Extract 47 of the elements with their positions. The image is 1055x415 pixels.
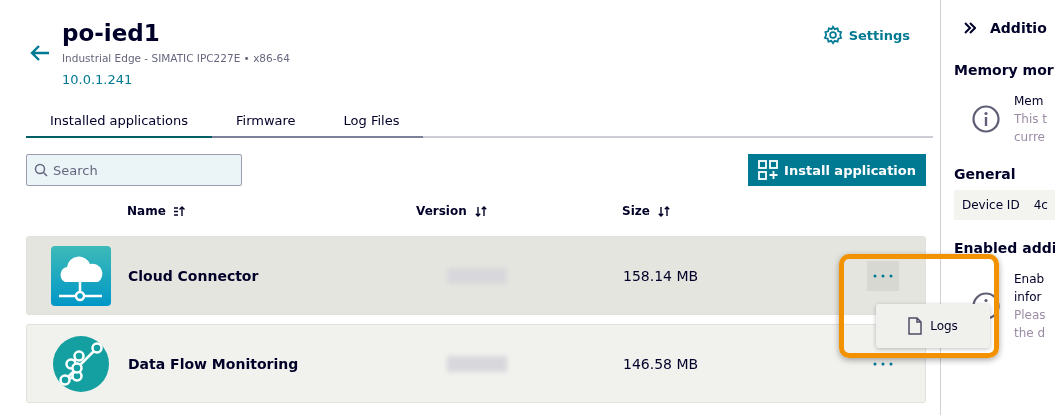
more-icon xyxy=(873,273,893,278)
more-icon xyxy=(873,361,893,366)
double-chevron-icon[interactable] xyxy=(964,22,976,34)
column-header[interactable]: Size xyxy=(622,204,650,218)
search-field[interactable]: Search xyxy=(26,154,242,186)
info-text: Enab xyxy=(1014,271,1046,288)
info-text: infor xyxy=(1014,289,1043,306)
install-application-button[interactable]: Install application xyxy=(748,154,926,186)
sort-icon[interactable] xyxy=(657,205,670,217)
table-cell: 4c xyxy=(1033,198,1048,212)
app-row[interactable]: Cloud Connector 158.14 MB xyxy=(26,236,926,315)
search-icon xyxy=(34,163,48,177)
info-text: curre xyxy=(1014,129,1046,146)
info-text: This t xyxy=(1014,111,1048,128)
info-icon xyxy=(972,105,1000,133)
cloud-network-icon xyxy=(51,245,111,306)
info-text: Pleas xyxy=(1014,307,1046,324)
device-title: po-ied1 xyxy=(62,19,161,48)
blurred-version xyxy=(447,355,507,372)
tab[interactable]: Firmware xyxy=(212,109,320,138)
add-apps-icon xyxy=(758,160,779,180)
column-header[interactable]: Version xyxy=(416,204,467,218)
section-heading: Memory mor xyxy=(954,62,1055,78)
device-subtitle: Industrial Edge - SIMATIC IPC227E • x86-64 xyxy=(62,52,290,64)
device-address: 10.0.1.241 xyxy=(62,72,134,87)
sort-icon[interactable] xyxy=(173,205,186,217)
info-text: Mem xyxy=(1014,93,1045,110)
settings-icon xyxy=(822,25,843,45)
app-name: Data Flow Monitoring xyxy=(128,355,300,372)
tab[interactable]: Log Files xyxy=(319,109,424,138)
data-flow-icon xyxy=(51,333,111,394)
app-name: Cloud Connector xyxy=(128,267,260,284)
menu-item[interactable]: Logs xyxy=(930,319,958,333)
info-text: the d xyxy=(1014,325,1046,342)
sort-icon[interactable] xyxy=(474,205,487,217)
section-heading: Enabled addi xyxy=(954,240,1055,256)
back-arrow-icon[interactable] xyxy=(30,44,50,61)
tab[interactable]: Installed applications xyxy=(26,109,212,138)
panel-title: Additio xyxy=(990,20,1047,36)
table-cell: Device ID xyxy=(962,198,1020,212)
column-header[interactable]: Name xyxy=(127,204,166,218)
section-heading: General xyxy=(954,166,1017,182)
app-row[interactable]: Data Flow Monitoring 146.58 MB xyxy=(26,324,926,403)
settings-link[interactable]: Settings xyxy=(822,18,926,52)
app-size: 146.58 MB xyxy=(623,355,700,372)
document-icon xyxy=(908,317,923,335)
app-size: 158.14 MB xyxy=(623,267,700,284)
